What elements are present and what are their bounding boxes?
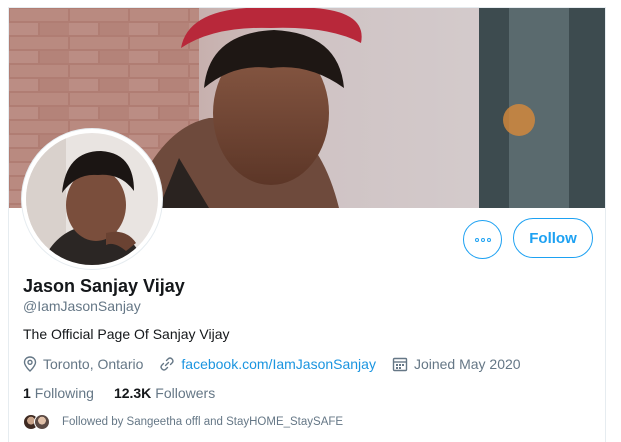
profile-card: Follow Jason Sanjay Vijay @IamJasonSanja… xyxy=(8,7,606,442)
profile-avatar[interactable] xyxy=(21,128,163,270)
location-pin-icon xyxy=(23,356,37,372)
followers-link[interactable]: 12.3K Followers xyxy=(114,385,215,401)
profile-stats: 1 Following 12.3K Followers xyxy=(23,385,235,401)
more-options-button[interactable] xyxy=(463,220,502,259)
followed-by-row[interactable]: Followed by Sangeetha offl and StayHOME_… xyxy=(23,414,343,430)
display-name: Jason Sanjay Vijay xyxy=(23,276,185,296)
following-link[interactable]: 1 Following xyxy=(23,385,94,401)
profile-handle: @IamJasonSanjay xyxy=(23,298,141,314)
profile-meta: Toronto, Ontario facebook.com/IamJasonSa… xyxy=(23,356,537,372)
followed-by-text: Followed by Sangeetha offl and StayHOME_… xyxy=(62,416,344,428)
following-count: 1 xyxy=(23,385,31,401)
link-icon xyxy=(160,357,175,371)
follow-button[interactable]: Follow xyxy=(513,218,593,258)
joined-item: Joined May 2020 xyxy=(392,356,521,372)
location-item: Toronto, Ontario xyxy=(23,356,143,372)
location-text: Toronto, Ontario xyxy=(43,356,144,372)
followers-label: Followers xyxy=(155,385,216,401)
followers-count: 12.3K xyxy=(113,385,152,401)
ellipsis-icon xyxy=(474,237,492,242)
following-label: Following xyxy=(34,385,94,401)
website-link[interactable]: facebook.com/IamJasonSanjay xyxy=(181,356,376,372)
calendar-icon xyxy=(392,357,408,372)
joined-text: Joined May 2020 xyxy=(413,356,521,372)
profile-bio: The Official Page Of Sanjay Vijay xyxy=(23,326,230,342)
follower-avatars xyxy=(23,414,50,430)
follower-avatar xyxy=(34,414,50,430)
website-item: facebook.com/IamJasonSanjay xyxy=(159,356,376,372)
avatar-image xyxy=(26,133,158,265)
